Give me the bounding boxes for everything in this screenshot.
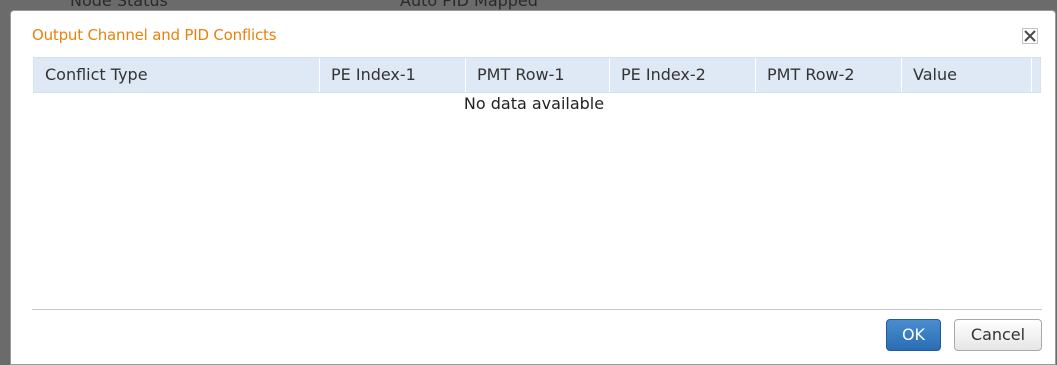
ok-button[interactable]: OK <box>886 319 941 351</box>
column-header-pmt-row-1[interactable]: PMT Row-1 <box>466 58 610 92</box>
footer-divider <box>32 309 1042 310</box>
dialog-title: Output Channel and PID Conflicts <box>32 26 277 44</box>
column-header-pe-index-1[interactable]: PE Index-1 <box>320 58 466 92</box>
close-icon[interactable] <box>1022 28 1038 44</box>
column-header-value[interactable]: Value <box>902 58 1032 92</box>
column-header-pe-index-2[interactable]: PE Index-2 <box>610 58 756 92</box>
cancel-button[interactable]: Cancel <box>954 319 1042 351</box>
background-value: Auto PID Mapped <box>400 0 538 10</box>
empty-message: No data available <box>463 94 605 113</box>
conflicts-table-header: Conflict Type PE Index-1 PMT Row-1 PE In… <box>33 57 1041 93</box>
conflicts-dialog: Output Channel and PID Conflicts Conflic… <box>10 10 1056 365</box>
header-scroll-spacer <box>1031 58 1040 92</box>
background-label: Node Status <box>70 0 168 10</box>
column-header-conflict-type[interactable]: Conflict Type <box>34 58 320 92</box>
column-header-pmt-row-2[interactable]: PMT Row-2 <box>756 58 902 92</box>
